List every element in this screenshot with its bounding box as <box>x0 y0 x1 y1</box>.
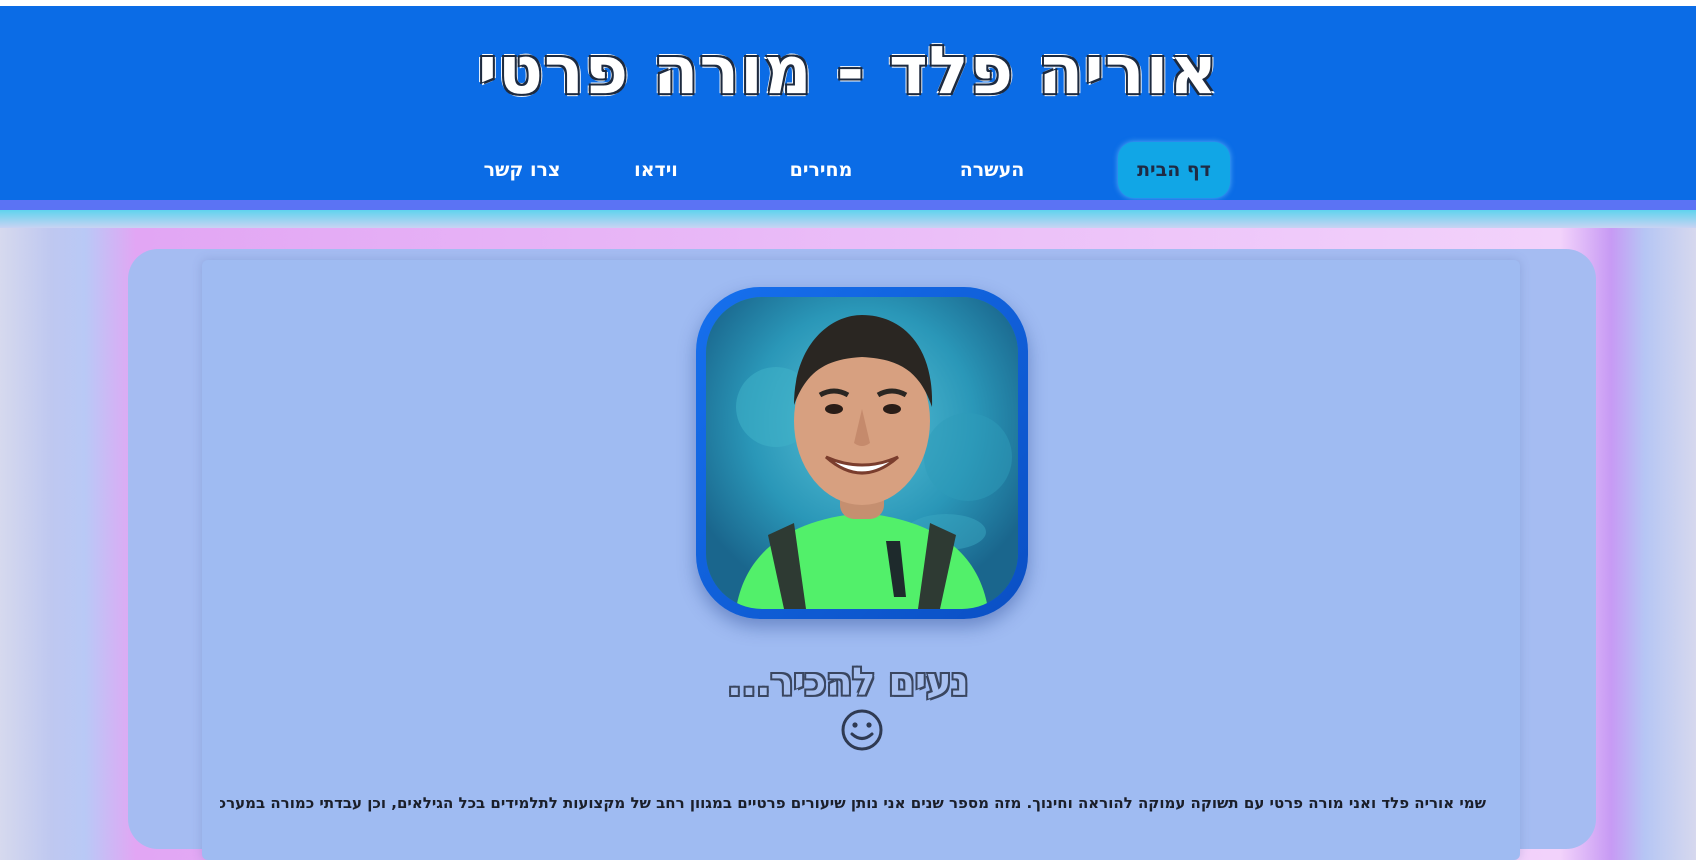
header-border <box>0 200 1696 210</box>
site-header: אוריה פלד - מורה פרטי דף הבית העשרה מחיר… <box>0 6 1696 200</box>
nav-item-contact[interactable]: צרו קשר <box>474 142 570 198</box>
main-nav: דף הבית העשרה מחירים וידאו צרו קשר <box>484 142 1230 198</box>
profile-photo-frame <box>696 287 1028 619</box>
nav-item-home[interactable]: דף הבית <box>1118 142 1230 198</box>
smiley-face-icon <box>841 709 883 751</box>
intro-heading: נעים להכיר... <box>727 660 969 704</box>
nav-item-video[interactable]: וידאו <box>606 142 706 198</box>
site-title: אוריה פלד - מורה פרטי <box>477 32 1219 109</box>
profile-photo <box>706 297 1018 609</box>
nav-item-enrichment[interactable]: העשרה <box>937 142 1047 198</box>
header-glow <box>0 210 1696 228</box>
nav-item-prices[interactable]: מחירים <box>766 142 876 198</box>
profile-photo-illustration <box>706 297 1018 609</box>
intro-paragraph: שמי אוריה פלד ואני מורה פרטי עם תשוקה עמ… <box>220 794 1486 812</box>
